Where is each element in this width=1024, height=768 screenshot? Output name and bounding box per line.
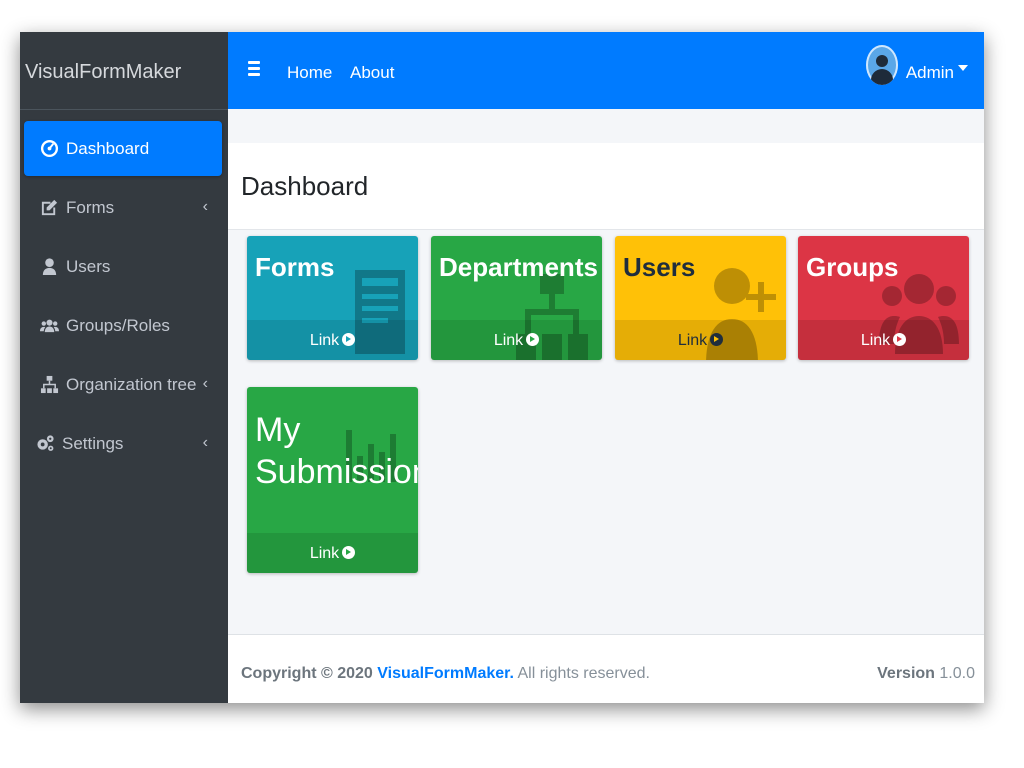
cogs-icon [34,434,56,454]
app-window: VisualFormMaker Dashboard Forms ‹ Users [20,32,984,703]
card-my-submissions: My Submissions Link [247,387,418,573]
copyright-prefix: Copyright © 2020 [241,665,373,682]
page-footer: Copyright © 2020 VisualFormMaker. All ri… [228,634,984,703]
nav-link-about[interactable]: About [350,63,394,83]
card-title: Groups [806,252,899,282]
sidebar-nav: Dashboard Forms ‹ Users Groups/Roles Org… [20,110,228,471]
card-groups: Groups Link [798,236,969,360]
arrow-circle-right-icon [342,333,356,346]
users-icon [38,316,60,336]
card-footer-link[interactable]: Link [798,320,969,360]
chevron-left-icon: ‹ [202,375,208,392]
version-value: 1.0.0 [939,665,975,682]
chevron-left-icon: ‹ [202,434,208,451]
sidebar-item-label: Groups/Roles [66,315,170,335]
page-title: Dashboard [241,171,369,201]
card-title: Departments [439,252,598,282]
sitemap-icon [38,375,60,395]
sidebar-item-users[interactable]: Users [24,239,222,294]
version-label: Version [877,665,935,682]
arrow-circle-right-icon [710,333,724,346]
card-link-text: Link [677,332,708,349]
version-info: Version 1.0.0 [877,665,975,683]
brand-link[interactable]: VisualFormMaker [20,32,228,110]
top-navbar: Home About Admin [228,32,984,109]
rights-text: All rights reserved. [517,665,651,682]
sidebar: VisualFormMaker Dashboard Forms ‹ Users [20,32,228,703]
sidebar-item-label: Dashboard [66,138,150,158]
card-title: My Submissions [255,409,418,493]
card-link-text: Link [860,332,891,349]
user-menu-name[interactable]: Admin [906,63,954,83]
user-icon [38,257,60,277]
card-departments: Departments Link [431,236,602,360]
main-content: Dashboard Forms Link Departments Link Us… [228,109,984,635]
edit-icon [38,198,60,218]
card-footer-link[interactable]: Link [431,320,602,360]
brand-footer-link[interactable]: VisualFormMaker. [377,665,514,682]
avatar[interactable] [866,45,898,85]
card-forms: Forms Link [247,236,418,360]
sidebar-item-dashboard[interactable]: Dashboard [24,121,222,176]
chevron-left-icon: ‹ [202,198,208,215]
card-footer-link[interactable]: Link [615,320,786,360]
caret-down-icon[interactable] [958,65,968,71]
card-users: Users Link [615,236,786,360]
sidebar-item-label: Organization tree [66,374,197,394]
card-title-line-2: Submissions [255,453,418,491]
card-title: Users [623,252,696,282]
card-link-text: Link [309,545,340,562]
sidebar-item-label: Forms [66,197,115,217]
sidebar-item-label: Users [66,256,111,276]
card-link-text: Link [309,332,340,349]
card-footer-link[interactable]: Link [247,320,418,360]
content-header: Dashboard [228,143,984,230]
copyright: Copyright © 2020 VisualFormMaker. All ri… [241,665,650,683]
card-footer-link[interactable]: Link [247,533,418,573]
hamburger-icon[interactable] [248,61,260,79]
arrow-circle-right-icon [893,333,907,346]
sidebar-item-forms[interactable]: Forms ‹ [24,180,222,235]
sidebar-item-label: Settings [62,433,124,453]
card-link-text: Link [493,332,524,349]
arrow-circle-right-icon [526,333,540,346]
card-title-line-1: My [255,411,301,449]
sidebar-item-settings[interactable]: Settings ‹ [24,416,222,471]
sidebar-item-organization-tree[interactable]: Organization tree ‹ [24,357,222,412]
dashboard-icon [38,139,60,159]
sidebar-item-groups-roles[interactable]: Groups/Roles [24,298,222,353]
nav-link-home[interactable]: Home [287,63,332,83]
card-title: Forms [255,252,335,282]
arrow-circle-right-icon [342,546,356,559]
